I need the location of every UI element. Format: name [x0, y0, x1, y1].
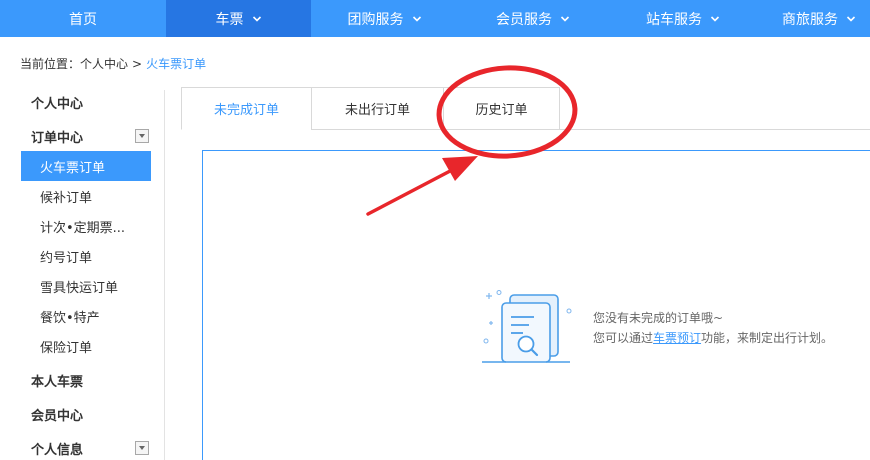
chevron-down-icon	[560, 14, 570, 24]
nav-member-service[interactable]: 会员服务	[458, 0, 608, 37]
sidebar-item-label: 会员中心	[31, 408, 84, 424]
sidebar-item-label: 本人车票	[31, 374, 84, 390]
breadcrumb-prefix: 当前位置：	[20, 57, 81, 71]
sidebar-item-label: 火车票订单	[40, 160, 106, 176]
sidebar-item-label: 雪具快运订单	[40, 280, 119, 296]
collapse-toggle-icon[interactable]	[135, 129, 149, 143]
sidebar-item-label: 候补订单	[40, 190, 93, 206]
tab-label: 历史订单	[475, 103, 528, 118]
tab-history-orders[interactable]: 历史订单	[443, 87, 560, 130]
nav-home-label: 首页	[69, 11, 97, 28]
chevron-down-icon	[710, 14, 720, 24]
breadcrumb: 当前位置：个人中心 > 火车票订单	[20, 55, 206, 72]
chevron-down-icon	[252, 14, 262, 24]
sidebar-item-waitlist-orders[interactable]: 候补订单	[21, 181, 151, 211]
sidebar-item-my-tickets[interactable]: 本人车票	[21, 365, 151, 395]
tab-upcoming-orders[interactable]: 未出行订单	[311, 87, 444, 130]
empty-state-message: 您没有未完成的订单哦~ 您可以通过车票预订功能，来制定出行计划。	[593, 308, 833, 348]
chevron-down-icon	[412, 14, 422, 24]
sidebar: 个人中心 订单中心 火车票订单 候补订单 计次•定期票... 约号订单 雪具快运…	[0, 85, 165, 460]
nav-tickets-label: 车票	[215, 11, 244, 28]
sidebar-item-insurance-orders[interactable]: 保险订单	[21, 331, 151, 361]
breadcrumb-separator: >	[132, 57, 143, 71]
ticket-booking-link[interactable]: 车票预订	[653, 331, 701, 345]
empty-state-line2-prefix: 您可以通过	[593, 331, 654, 345]
nav-home[interactable]: 首页	[0, 0, 166, 37]
nav-group-service-label: 团购服务	[347, 11, 404, 28]
sidebar-item-label: 餐饮•特产	[40, 310, 100, 326]
sidebar-item-label: 约号订单	[40, 250, 93, 266]
sidebar-item-label: 保险订单	[40, 340, 93, 356]
nav-station-service-label: 站车服务	[646, 11, 702, 28]
nav-business-travel[interactable]: 商旅服务	[758, 0, 870, 37]
nav-member-service-label: 会员服务	[496, 11, 552, 28]
chevron-down-icon	[846, 14, 856, 24]
sidebar-item-label: 个人信息	[31, 442, 84, 458]
breadcrumb-personal-center[interactable]: 个人中心	[80, 57, 128, 71]
nav-business-travel-label: 商旅服务	[782, 11, 838, 28]
sidebar-item-label: 个人中心	[31, 96, 84, 112]
empty-state-line2-suffix: 功能，来制定出行计划。	[701, 331, 834, 345]
order-tabs: 未完成订单 未出行订单 历史订单	[181, 87, 560, 130]
nav-group-service[interactable]: 团购服务	[311, 0, 458, 37]
top-navigation: 首页 车票 团购服务 会员服务 站车服务 商旅服务	[0, 0, 870, 37]
sidebar-item-order-center[interactable]: 订单中心	[21, 121, 151, 151]
nav-station-service[interactable]: 站车服务	[608, 0, 758, 37]
sidebar-item-periodic-tickets[interactable]: 计次•定期票...	[21, 211, 151, 241]
nav-tickets[interactable]: 车票	[166, 0, 311, 37]
tab-label: 未完成订单	[213, 103, 279, 118]
sidebar-item-personal-info[interactable]: 个人信息	[21, 433, 151, 460]
breadcrumb-current[interactable]: 火车票订单	[146, 57, 206, 71]
sidebar-item-label: 订单中心	[31, 130, 84, 146]
empty-document-search-icon	[482, 290, 572, 363]
sidebar-item-train-orders[interactable]: 火车票订单	[21, 151, 151, 181]
sidebar-item-ski-express-orders[interactable]: 雪具快运订单	[21, 271, 151, 301]
empty-state-line1: 您没有未完成的订单哦~	[593, 311, 724, 325]
tab-label: 未出行订单	[344, 103, 410, 118]
sidebar-item-label: 计次•定期票...	[40, 220, 126, 236]
collapse-toggle-icon[interactable]	[135, 441, 149, 455]
tab-incomplete-orders[interactable]: 未完成订单	[181, 87, 312, 130]
sidebar-item-personal-center[interactable]: 个人中心	[21, 87, 151, 117]
sidebar-item-appointment-orders[interactable]: 约号订单	[21, 241, 151, 271]
sidebar-item-member-center[interactable]: 会员中心	[21, 399, 151, 429]
sidebar-item-dining-specialty[interactable]: 餐饮•特产	[21, 301, 151, 331]
empty-state-line2: 您可以通过车票预订功能，来制定出行计划。	[593, 328, 833, 348]
